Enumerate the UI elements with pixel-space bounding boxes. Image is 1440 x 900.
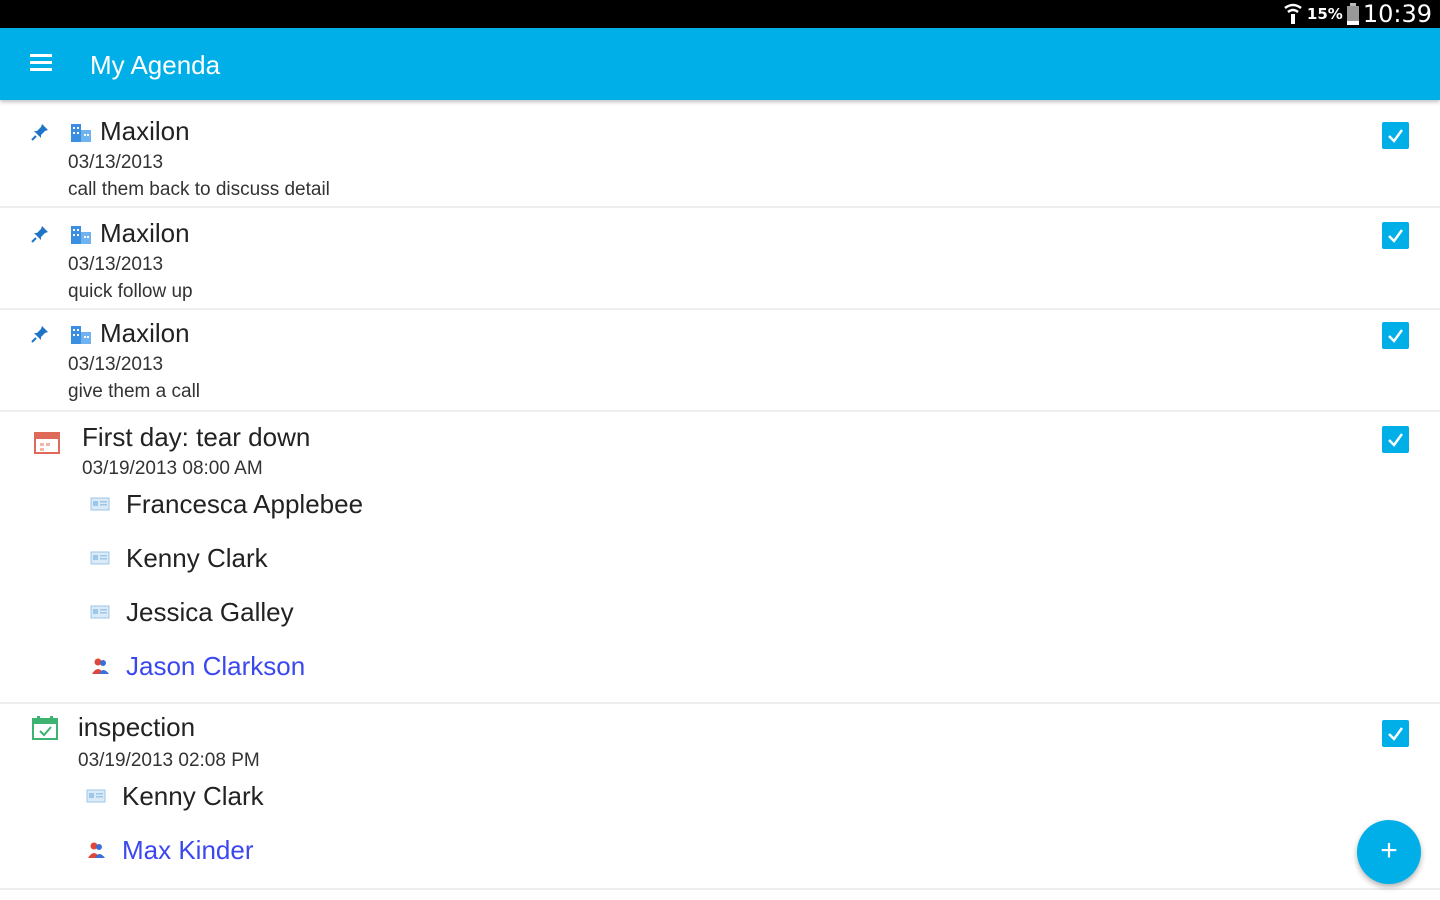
item-date: 03/13/2013 [68, 152, 164, 173]
check-icon [1388, 229, 1404, 243]
complete-checkbox[interactable] [1382, 122, 1409, 149]
item-date: 03/19/2013 02:08 PM [78, 750, 260, 771]
item-title: Maxilon [100, 218, 190, 248]
attendee-name: Jessica Galley [126, 597, 294, 627]
agenda-item-event[interactable]: inspection 03/19/2013 02:08 PM Kenny Cla… [0, 704, 1440, 890]
app-bar: My Agenda [0, 28, 1440, 100]
status-right-group: 15% 10:39 [1283, 0, 1432, 28]
item-title: Maxilon [100, 318, 190, 348]
attendee-name: Kenny Clark [122, 781, 264, 811]
user-people-icon [92, 658, 109, 674]
battery-icon [1346, 3, 1359, 25]
pin-icon [31, 326, 48, 343]
agenda-item-event[interactable]: First day: tear down 03/19/2013 08:00 AM… [0, 412, 1440, 704]
contact-card-icon [90, 497, 110, 511]
company-building-icon [71, 326, 91, 344]
contact-card-icon [90, 605, 110, 619]
battery-percentage: 15% [1306, 5, 1343, 23]
item-note: quick follow up [68, 281, 193, 302]
contact-card-icon [86, 789, 106, 803]
calendar-event-icon [34, 432, 60, 454]
item-title: First day: tear down [82, 422, 311, 452]
check-icon [1388, 433, 1404, 447]
complete-checkbox[interactable] [1382, 720, 1409, 747]
attendee-name-link[interactable]: Jason Clarkson [126, 648, 305, 684]
item-note: give them a call [68, 381, 201, 402]
agenda-item-task[interactable]: Maxilon 03/13/2013 quick follow up [0, 208, 1440, 310]
agenda-item-task[interactable]: Maxilon 03/13/2013 give them a call [0, 310, 1440, 412]
user-people-icon [88, 842, 105, 858]
agenda-item-task[interactable]: Maxilon 03/13/2013 call them back to dis… [0, 104, 1440, 208]
item-date: 03/13/2013 [68, 354, 164, 375]
attendee-name: Kenny Clark [126, 543, 268, 573]
plus-icon: + [1380, 834, 1398, 867]
complete-checkbox[interactable] [1382, 322, 1409, 349]
item-note: call them back to discuss detail [68, 179, 330, 200]
wifi-icon [1284, 3, 1302, 24]
add-item-fab-button[interactable]: + [1357, 820, 1421, 884]
company-building-icon [71, 124, 91, 142]
company-building-icon [71, 226, 91, 244]
hamburger-menu-icon[interactable] [30, 54, 52, 74]
calendar-check-icon [32, 716, 58, 740]
clock-time: 10:39 [1362, 0, 1432, 28]
contact-card-icon [90, 551, 110, 565]
item-date: 03/19/2013 08:00 AM [82, 458, 263, 479]
complete-checkbox[interactable] [1382, 222, 1409, 249]
check-icon [1388, 329, 1404, 343]
check-icon [1388, 129, 1404, 143]
item-title: inspection [78, 712, 196, 742]
attendee-name-link[interactable]: Max Kinder [122, 832, 254, 868]
status-bar: 15% 10:39 [0, 0, 1440, 28]
item-title: Maxilon [100, 116, 190, 146]
page-title: My Agenda [90, 50, 221, 80]
check-icon [1388, 727, 1404, 741]
pin-icon [31, 226, 48, 243]
complete-checkbox[interactable] [1382, 426, 1409, 453]
item-date: 03/13/2013 [68, 254, 164, 275]
pin-icon [31, 124, 48, 141]
attendee-name: Francesca Applebee [126, 489, 364, 519]
